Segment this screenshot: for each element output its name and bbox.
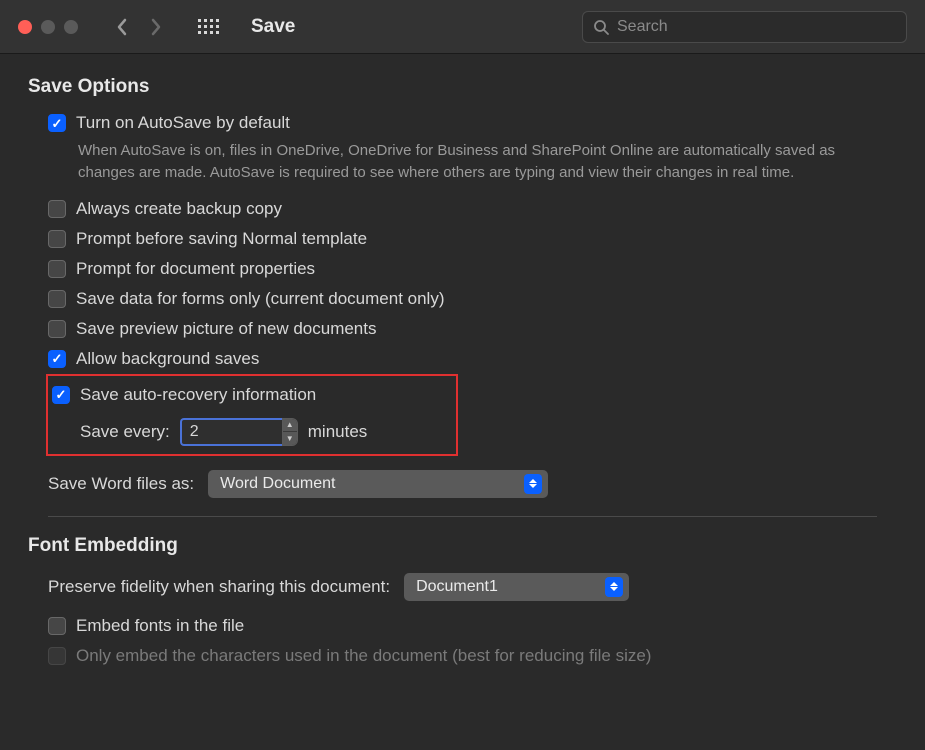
auto-recovery-option[interactable]: Save auto-recovery information xyxy=(50,380,454,410)
bg-saves-checkbox[interactable] xyxy=(48,350,66,368)
search-field[interactable] xyxy=(582,11,907,43)
back-button[interactable] xyxy=(116,18,128,36)
preserve-fidelity-row: Preserve fidelity when sharing this docu… xyxy=(28,567,897,611)
embed-subset-label: Only embed the characters used in the do… xyxy=(76,646,651,666)
prompt-normal-checkbox[interactable] xyxy=(48,230,66,248)
close-window-button[interactable] xyxy=(18,20,32,34)
prompt-normal-option[interactable]: Prompt before saving Normal template xyxy=(28,224,897,254)
preserve-fidelity-label: Preserve fidelity when sharing this docu… xyxy=(48,577,390,597)
window-traffic-lights xyxy=(18,20,78,34)
stepper-down-button[interactable]: ▼ xyxy=(283,432,297,445)
preview-pic-label: Save preview picture of new documents xyxy=(76,319,377,339)
auto-recovery-highlight: Save auto-recovery information Save ever… xyxy=(46,374,458,456)
prompt-normal-label: Prompt before saving Normal template xyxy=(76,229,367,249)
prompt-props-option[interactable]: Prompt for document properties xyxy=(28,254,897,284)
search-input[interactable] xyxy=(617,18,896,36)
font-embedding-heading: Font Embedding xyxy=(28,535,897,557)
embed-fonts-option[interactable]: Embed fonts in the file xyxy=(28,611,897,641)
forms-only-checkbox[interactable] xyxy=(48,290,66,308)
save-files-as-label: Save Word files as: xyxy=(48,474,194,494)
autosave-label: Turn on AutoSave by default xyxy=(76,113,290,133)
prompt-props-label: Prompt for document properties xyxy=(76,259,315,279)
chevron-updown-icon xyxy=(524,474,542,494)
save-files-as-select[interactable]: Word Document xyxy=(208,470,548,498)
titlebar: Save xyxy=(0,0,925,54)
forward-button[interactable] xyxy=(150,18,162,36)
window-title: Save xyxy=(251,16,295,38)
embed-subset-checkbox xyxy=(48,647,66,665)
forms-only-option[interactable]: Save data for forms only (current docume… xyxy=(28,284,897,314)
minimize-window-button[interactable] xyxy=(41,20,55,34)
embed-fonts-label: Embed fonts in the file xyxy=(76,616,244,636)
backup-copy-label: Always create backup copy xyxy=(76,199,282,219)
backup-copy-checkbox[interactable] xyxy=(48,200,66,218)
save-files-as-row: Save Word files as: Word Document xyxy=(28,456,897,512)
backup-copy-option[interactable]: Always create backup copy xyxy=(28,194,897,224)
save-files-as-value: Word Document xyxy=(220,475,514,493)
preserve-fidelity-value: Document1 xyxy=(416,578,595,596)
maximize-window-button[interactable] xyxy=(64,20,78,34)
autosave-checkbox[interactable] xyxy=(48,114,66,132)
bg-saves-label: Allow background saves xyxy=(76,349,259,369)
save-every-label: Save every: xyxy=(80,422,170,442)
preserve-fidelity-select[interactable]: Document1 xyxy=(404,573,629,601)
stepper-up-button[interactable]: ▲ xyxy=(283,419,297,433)
autosave-option[interactable]: Turn on AutoSave by default xyxy=(28,108,897,138)
autosave-description: When AutoSave is on, files in OneDrive, … xyxy=(28,138,858,194)
save-every-stepper[interactable]: ▲ ▼ xyxy=(180,418,298,446)
auto-recovery-checkbox[interactable] xyxy=(52,386,70,404)
section-divider xyxy=(48,516,877,517)
forms-only-label: Save data for forms only (current docume… xyxy=(76,289,445,309)
bg-saves-option[interactable]: Allow background saves xyxy=(28,344,897,374)
embed-fonts-checkbox[interactable] xyxy=(48,617,66,635)
prompt-props-checkbox[interactable] xyxy=(48,260,66,278)
save-every-input[interactable] xyxy=(180,418,282,446)
preview-pic-option[interactable]: Save preview picture of new documents xyxy=(28,314,897,344)
preview-pic-checkbox[interactable] xyxy=(48,320,66,338)
auto-recovery-label: Save auto-recovery information xyxy=(80,385,316,405)
search-icon xyxy=(593,19,609,35)
save-every-row: Save every: ▲ ▼ minutes xyxy=(50,410,454,446)
save-options-heading: Save Options xyxy=(28,76,897,98)
show-all-icon[interactable] xyxy=(198,19,219,34)
nav-buttons xyxy=(116,18,162,36)
embed-subset-option: Only embed the characters used in the do… xyxy=(28,641,897,671)
chevron-updown-icon xyxy=(605,577,623,597)
save-every-unit: minutes xyxy=(308,422,368,442)
